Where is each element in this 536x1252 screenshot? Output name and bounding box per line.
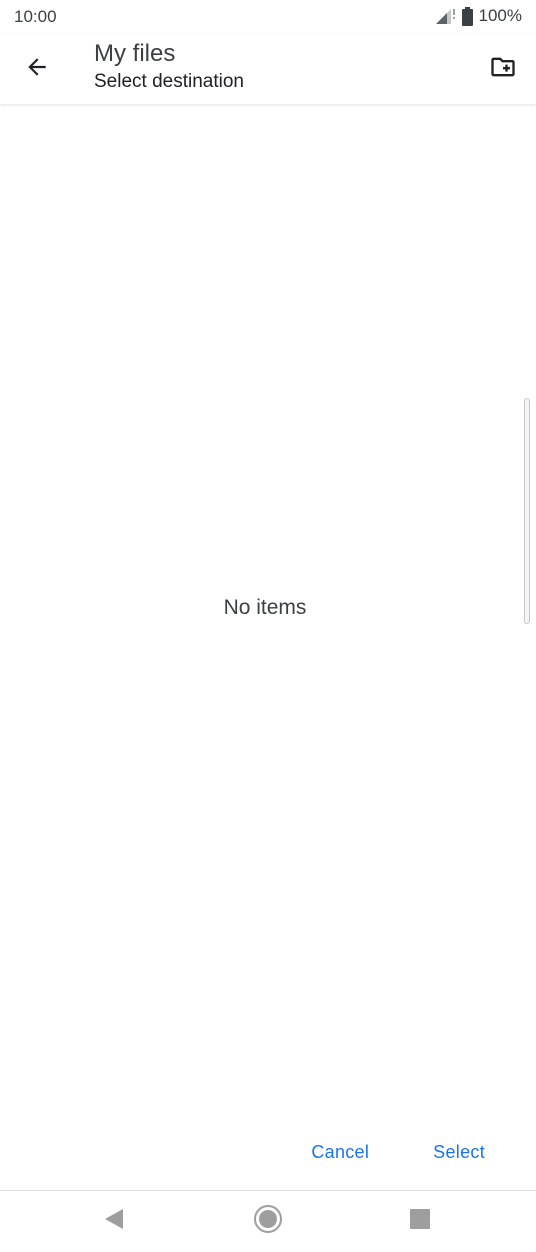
file-list-area: No items <box>0 104 536 1132</box>
arrow-back-icon <box>24 54 50 85</box>
app-bar: My files Select destination <box>0 34 536 104</box>
battery-level: 100% <box>478 6 522 25</box>
battery-icon <box>461 6 473 26</box>
system-nav-bar <box>0 1190 536 1252</box>
nav-back-button[interactable] <box>94 1203 134 1239</box>
page-title: My files <box>94 40 176 67</box>
screen: 10:00 100% My files Select destination N… <box>0 0 536 1252</box>
nav-home-button[interactable] <box>248 1203 288 1239</box>
create-new-folder-icon <box>489 53 517 86</box>
nav-recents-button[interactable] <box>400 1203 440 1239</box>
select-button[interactable]: Select <box>411 1134 506 1171</box>
status-bar: 10:00 100% <box>0 0 536 34</box>
nav-back-icon <box>103 1207 125 1236</box>
scrollbar[interactable] <box>524 398 530 624</box>
back-button[interactable] <box>16 48 58 90</box>
new-folder-button[interactable] <box>482 48 524 90</box>
page-subtitle: Select destination <box>94 71 244 92</box>
empty-state-message: No items <box>223 596 307 619</box>
title-block: My files Select destination <box>94 39 244 95</box>
dialog-actions: Cancel Select <box>289 1134 506 1171</box>
status-time: 10:00 <box>14 7 57 26</box>
signal-icon <box>434 7 456 25</box>
cancel-button[interactable]: Cancel <box>289 1134 391 1171</box>
status-indicators: 100% <box>434 6 522 26</box>
nav-recents-icon <box>410 1208 430 1234</box>
nav-home-icon <box>253 1204 283 1239</box>
